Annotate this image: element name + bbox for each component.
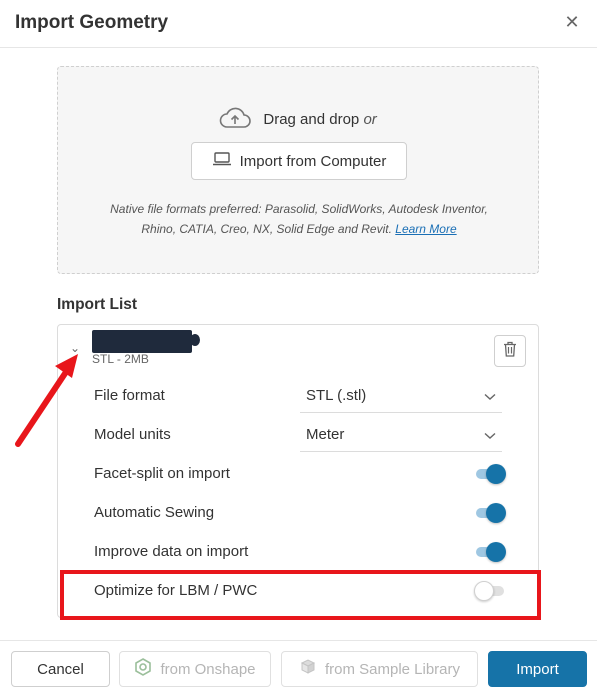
dialog-header: Import Geometry ✕	[0, 0, 597, 48]
import-from-computer-button[interactable]: Import from Computer	[191, 142, 407, 180]
redacted-file-name	[92, 330, 200, 353]
close-icon[interactable]: ✕	[562, 12, 582, 32]
facet-split-label: Facet-split on import	[94, 465, 230, 482]
import-list-heading: Import List	[57, 296, 138, 313]
from-sample-library-button[interactable]: from Sample Library	[281, 651, 478, 687]
improve-data-label: Improve data on import	[94, 543, 249, 560]
model-units-row: Model units Meter	[94, 418, 504, 452]
cloud-upload-icon	[219, 107, 251, 133]
model-units-label: Model units	[94, 426, 171, 443]
model-units-value: Meter	[306, 426, 345, 443]
automatic-sewing-label: Automatic Sewing	[94, 504, 215, 521]
annotation-highlight-box	[60, 570, 541, 620]
or-text: or	[363, 110, 377, 128]
automatic-sewing-toggle[interactable]	[476, 502, 506, 524]
improve-data-row: Improve data on import	[94, 535, 506, 569]
from-onshape-button[interactable]: from Onshape	[119, 651, 271, 687]
drag-drop-row: Drag and drop or	[58, 107, 538, 133]
improve-data-toggle[interactable]	[476, 541, 506, 563]
facet-split-toggle[interactable]	[476, 463, 506, 485]
file-format-select[interactable]: STL (.stl)	[300, 379, 502, 413]
annotation-arrow	[15, 354, 78, 447]
onshape-icon	[134, 658, 152, 680]
laptop-icon	[212, 152, 232, 170]
import-from-computer-label: Import from Computer	[239, 152, 387, 170]
trash-icon	[503, 341, 517, 362]
drag-drop-text: Drag and drop	[263, 110, 360, 128]
from-onshape-label: from Onshape	[160, 660, 256, 678]
library-icon	[299, 658, 317, 680]
file-dropzone[interactable]: Drag and drop or Import from Computer Na…	[57, 66, 539, 274]
learn-more-link[interactable]: Learn More	[395, 222, 456, 236]
facet-split-row: Facet-split on import	[94, 457, 506, 491]
automatic-sewing-row: Automatic Sewing	[94, 496, 506, 530]
cancel-button[interactable]: Cancel	[11, 651, 110, 687]
file-meta: STL - 2MB	[92, 352, 149, 366]
file-format-row: File format STL (.stl)	[94, 379, 504, 413]
file-format-label: File format	[94, 387, 165, 404]
native-formats-note: Native file formats preferred: Parasolid…	[110, 202, 488, 236]
dialog-title: Import Geometry	[15, 12, 169, 33]
model-units-select[interactable]: Meter	[300, 418, 502, 452]
from-sample-library-label: from Sample Library	[324, 660, 461, 678]
dialog-footer: Cancel from Onshape from Sample Library …	[0, 640, 597, 695]
file-format-value: STL (.stl)	[306, 387, 367, 404]
import-button[interactable]: Import	[488, 651, 587, 687]
delete-file-button[interactable]	[494, 335, 526, 367]
chevron-down-icon	[484, 388, 496, 406]
chevron-down-icon	[484, 427, 496, 445]
